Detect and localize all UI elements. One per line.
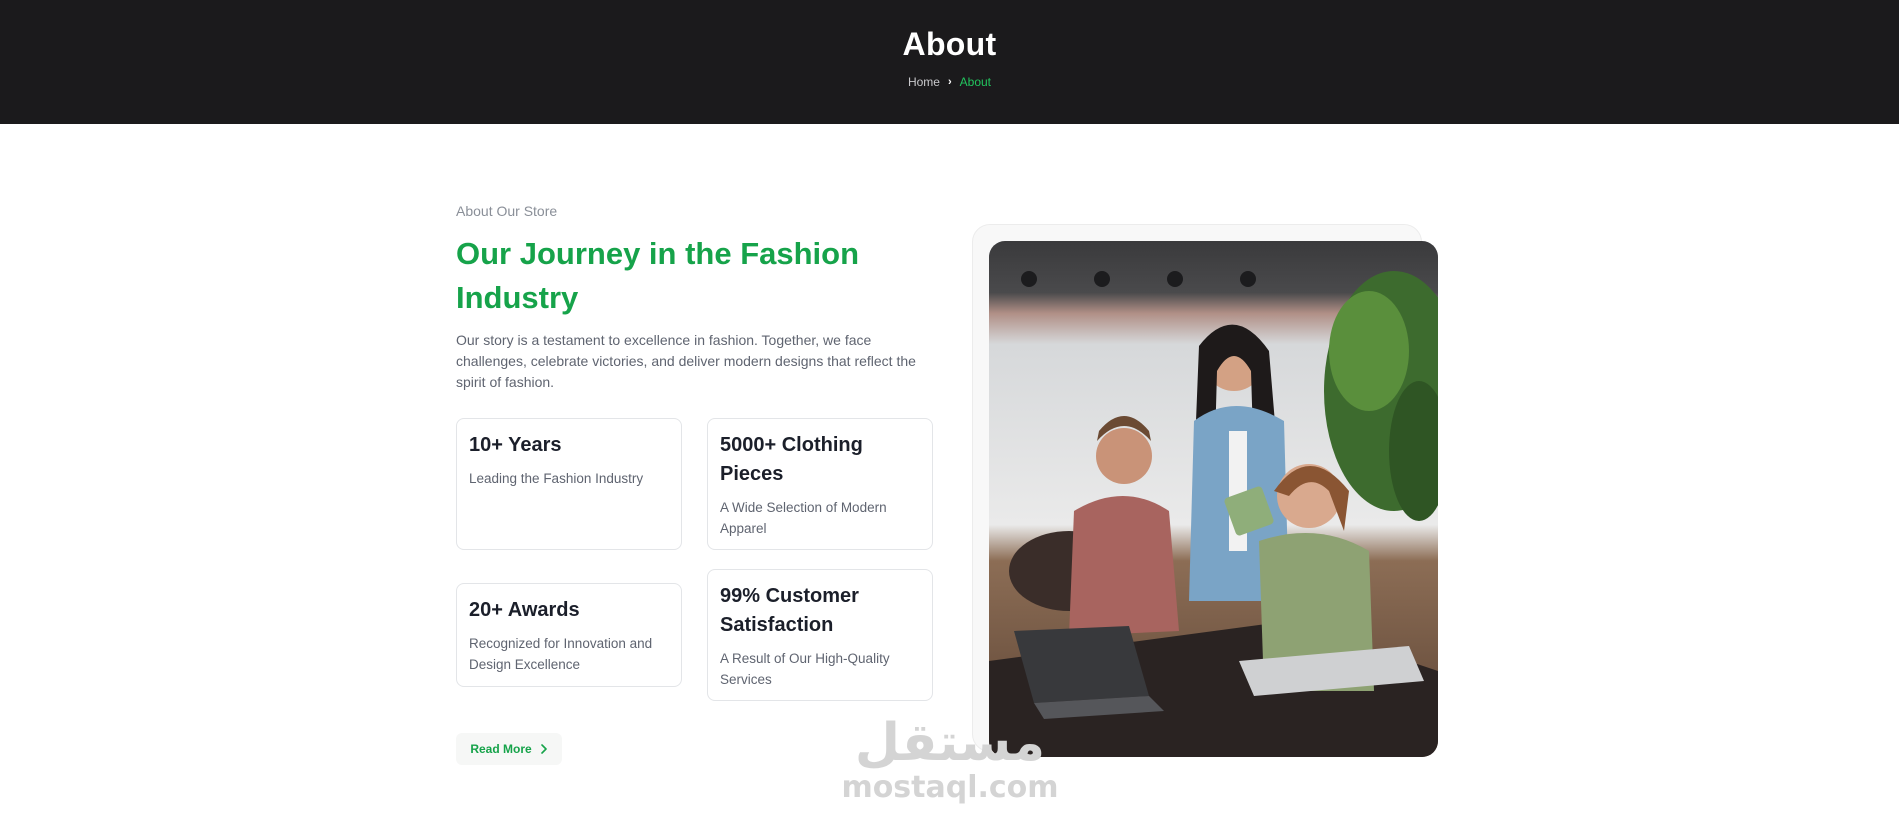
breadcrumb-home-link[interactable]: Home (908, 75, 940, 89)
breadcrumb-current: About (959, 75, 992, 89)
page-title: About (902, 26, 997, 62)
read-more-button[interactable]: Read More (456, 733, 562, 765)
stat-description: A Wide Selection of Modern Apparel (720, 500, 887, 536)
stat-card-awards: 20+ Awards Recognized for Innovation and… (456, 583, 682, 687)
watermark-latin: mostaql.com (841, 770, 1059, 805)
breadcrumb-separator-icon: › (947, 76, 952, 88)
stat-value: 99% Customer Satisfaction (720, 585, 859, 636)
stat-value: 20+ Awards (469, 599, 580, 621)
stat-card-satisfaction: 99% Customer Satisfaction A Result of Ou… (707, 569, 933, 701)
stat-card-years: 10+ Years Leading the Fashion Industry (456, 418, 682, 550)
stat-description: A Result of Our High-Quality Services (720, 651, 890, 687)
watermark: مستقل mostaql.com (840, 715, 1060, 805)
read-more-label: Read More (470, 742, 532, 756)
stat-value: 10+ Years (469, 434, 562, 456)
page-hero: About Home › About (0, 0, 1899, 124)
chevron-right-icon (540, 744, 547, 754)
watermark-arabic: مستقل (854, 713, 1046, 773)
section-intro: Our story is a testament to excellence i… (456, 332, 916, 390)
team-photo-illustration (989, 241, 1438, 757)
stat-description: Recognized for Innovation and Design Exc… (469, 636, 653, 672)
breadcrumb: Home › About (0, 75, 1899, 89)
stat-card-clothing: 5000+ Clothing Pieces A Wide Selection o… (707, 418, 933, 550)
team-photo (989, 241, 1438, 757)
section-headline: Our Journey in the Fashion Industry (456, 236, 860, 315)
section-eyebrow: About Our Store (456, 203, 558, 219)
stat-description: Leading the Fashion Industry (469, 471, 644, 486)
stat-value: 5000+ Clothing Pieces (720, 434, 863, 485)
